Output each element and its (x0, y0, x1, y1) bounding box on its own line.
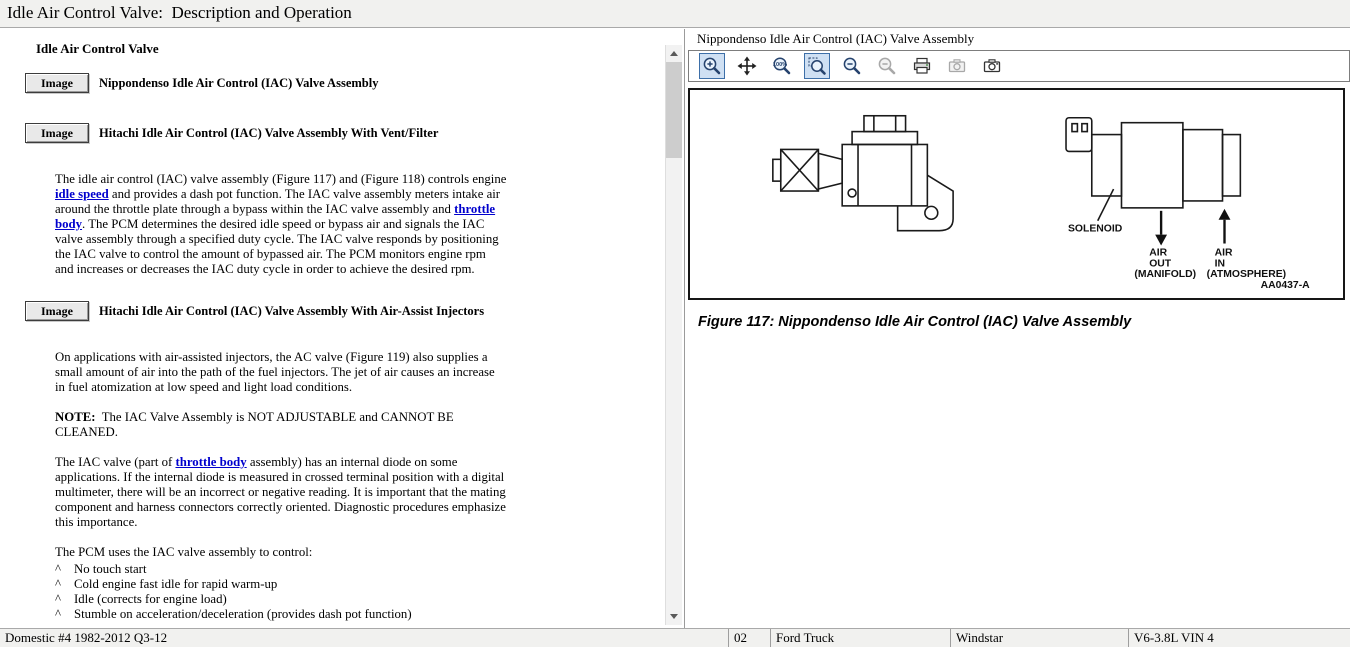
air-in-label-line3: (ATMOSPHERE) (1207, 269, 1286, 280)
zoom-previous-button (874, 53, 900, 79)
pan-button[interactable] (734, 53, 760, 79)
document-scrollbar[interactable] (665, 45, 682, 625)
print-button[interactable] (909, 53, 935, 79)
iac-valve-diagram: SOLENOID AIR OUT (MANIFOLD) AIR IN (ATMO… (690, 90, 1343, 298)
air-in-label-line2: IN (1215, 258, 1225, 269)
air-in-label-line1: AIR (1215, 247, 1233, 258)
app-window: Idle Air Control Valve: Description and … (0, 0, 1350, 647)
figure-caption: Figure 117: Nippondenso Idle Air Control… (698, 314, 1350, 330)
image-button-hitachi-air-assist[interactable]: Image (25, 301, 89, 321)
document-panel: Idle Air Control Valve Image Nippondenso… (0, 29, 682, 628)
list-bullet: ^ (55, 592, 74, 607)
page-title: Idle Air Control Valve: Description and … (0, 0, 352, 26)
figure-image-frame: SOLENOID AIR OUT (MANIFOLD) AIR IN (ATMO… (688, 88, 1345, 300)
zoom-100-button[interactable]: 100% (769, 53, 795, 79)
zoom-in-button[interactable] (699, 53, 725, 79)
text-run: and provides a dash pot function. The IA… (55, 187, 500, 216)
zoom-window-button[interactable] (804, 53, 830, 79)
air-out-label-line2: OUT (1149, 258, 1172, 269)
figure-part-number: AA0437-A (1261, 280, 1311, 291)
note-text: The IAC Valve Assembly is NOT ADJUSTABLE… (55, 410, 457, 439)
air-out-label-line1: AIR (1149, 247, 1167, 258)
copy-image-button (944, 53, 970, 79)
paragraph-internal-diode: The IAC valve (part of throttle body ass… (55, 455, 507, 530)
text-run: The idle air control (IAC) valve assembl… (55, 172, 506, 186)
list-bullet: ^ (55, 577, 74, 592)
page-header: Idle Air Control Valve: Description and … (0, 0, 1350, 28)
list-item: ^Idle (corrects for engine load) (55, 592, 507, 607)
status-make: Ford Truck (770, 629, 950, 647)
zoom-100-icon: 100% (772, 56, 792, 76)
list-item: ^Stumble on acceleration/deceleration (p… (55, 607, 507, 622)
link-throttle-body[interactable]: throttle body (175, 455, 246, 469)
document-content: Idle Air Control Valve Image Nippondenso… (0, 29, 516, 622)
list-item: ^No touch start (55, 562, 507, 577)
list-bullet: ^ (55, 607, 74, 622)
link-idle-speed[interactable]: idle speed (55, 187, 109, 201)
status-code: 02 (728, 629, 770, 647)
zoom-in-icon (702, 56, 722, 76)
status-model: Windstar (950, 629, 1128, 647)
list-item-text: Idle (corrects for engine load) (74, 592, 227, 607)
figure-link-row: Image Nippondenso Idle Air Control (IAC)… (25, 73, 516, 93)
print-icon (912, 56, 932, 76)
paragraph-iac-description: The idle air control (IAC) valve assembl… (55, 172, 507, 277)
zoom-out-icon (842, 56, 862, 76)
doc-heading: Idle Air Control Valve (36, 41, 516, 57)
paragraph-air-assist: On applications with air-assisted inject… (55, 350, 507, 395)
image-button-nippondenso[interactable]: Image (25, 73, 89, 93)
pan-icon (737, 56, 757, 76)
status-database: Domestic #4 1982-2012 Q3-12 (0, 629, 728, 647)
paragraph-note: NOTE: The IAC Valve Assembly is NOT ADJU… (55, 410, 507, 440)
list-item-text: No touch start (74, 562, 147, 577)
list-item: ^Cold engine fast idle for rapid warm-up (55, 577, 507, 592)
zoom-out-button[interactable] (839, 53, 865, 79)
figure-link-label: Hitachi Idle Air Control (IAC) Valve Ass… (99, 304, 484, 319)
status-bar: Domestic #4 1982-2012 Q3-12 02 Ford Truc… (0, 628, 1350, 647)
figure-link-label: Nippondenso Idle Air Control (IAC) Valve… (99, 76, 378, 91)
image-panel-title: Nippondenso Idle Air Control (IAC) Valve… (688, 29, 1350, 50)
scrollbar-thumb[interactable] (666, 62, 682, 158)
figure-link-label: Hitachi Idle Air Control (IAC) Valve Ass… (99, 126, 438, 141)
status-engine: V6-3.8L VIN 4 (1128, 629, 1350, 647)
list-item-text: Cold engine fast idle for rapid warm-up (74, 577, 277, 592)
figure-link-row: Image Hitachi Idle Air Control (IAC) Val… (25, 123, 516, 143)
air-out-label-line3: (MANIFOLD) (1134, 269, 1196, 280)
zoom-100-label: 100% (773, 62, 787, 68)
panel-divider (684, 29, 685, 628)
zoom-window-icon (807, 56, 827, 76)
camera-icon (982, 56, 1002, 76)
solenoid-label: SOLENOID (1068, 224, 1123, 235)
image-button-hitachi-vent-filter[interactable]: Image (25, 123, 89, 143)
figure-link-row: Image Hitachi Idle Air Control (IAC) Val… (25, 301, 516, 321)
list-bullet: ^ (55, 562, 74, 577)
zoom-previous-icon (877, 56, 897, 76)
camera-button[interactable] (979, 53, 1005, 79)
list-item-text: Stumble on acceleration/deceleration (pr… (74, 607, 412, 622)
scroll-down-button[interactable] (666, 608, 682, 625)
copy-image-icon (947, 56, 967, 76)
note-label: NOTE: (55, 410, 96, 424)
image-panel: Nippondenso Idle Air Control (IAC) Valve… (688, 29, 1350, 628)
pcm-control-list: ^No touch start ^Cold engine fast idle f… (55, 562, 507, 622)
image-toolbar: 100% (688, 50, 1350, 82)
text-run: The IAC valve (part of (55, 455, 175, 469)
text-run: . The PCM determines the desired idle sp… (55, 217, 499, 276)
list-intro: The PCM uses the IAC valve assembly to c… (55, 545, 507, 560)
scroll-up-button[interactable] (666, 45, 682, 62)
